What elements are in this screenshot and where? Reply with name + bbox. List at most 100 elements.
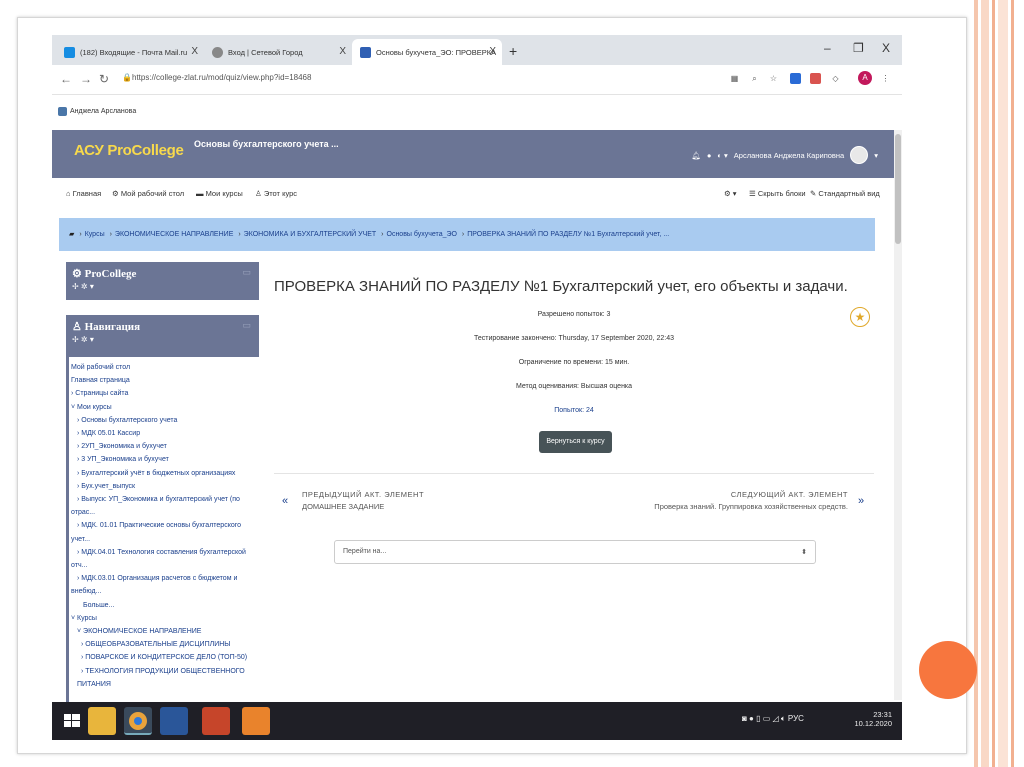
avatar[interactable] (850, 146, 869, 164)
standard-view-link[interactable]: ✎ Стандартный вид (810, 189, 880, 198)
maximize-button[interactable]: ❐ (853, 41, 864, 55)
zoom-icon[interactable]: ⌕ (749, 73, 760, 84)
tab-network-city[interactable]: Вход | Сетевой Город X (204, 39, 352, 65)
nav-tree-item[interactable]: ˅ Курсы (71, 612, 259, 625)
nav-my-courses[interactable]: ▬ Мои курсы (196, 189, 243, 198)
vk-icon (58, 107, 67, 116)
breadcrumb-item[interactable]: ЭКОНОМИКА И БУХГАЛТЕРСКИЙ УЧЕТ (244, 231, 377, 238)
extension-red-icon[interactable] (810, 73, 821, 84)
windows-taskbar: ◙ ● ▯ ▭ ◿ 🔈︎ РУС 23:31 10.12.2020 (52, 702, 902, 740)
nav-tree-item[interactable]: ПИТАНИЯ (71, 678, 259, 691)
tab-mail[interactable]: (182) Входящие - Почта Mail.ru X (56, 39, 204, 65)
reload-icon[interactable]: ↻ (99, 72, 109, 86)
forward-arrow-icon[interactable]: → (80, 72, 92, 86)
app-icon[interactable] (242, 707, 270, 735)
procollege-icon (360, 46, 371, 58)
file-explorer-icon[interactable] (88, 707, 116, 735)
folder-icon: ▰ (69, 231, 75, 238)
windows-start-icon[interactable] (58, 707, 86, 735)
bookmark-item[interactable]: Анджела Арсланова (58, 107, 136, 116)
attempts-allowed: Разрешено попыток: 3 (537, 311, 611, 318)
nav-tree-item[interactable]: Мой рабочий стол (71, 361, 259, 374)
close-tab-icon[interactable]: X (489, 46, 496, 57)
nav-tree-item[interactable]: › ОБЩЕОБРАЗОВАТЕЛЬНЫЕ ДИСЦИПЛИНЫ (71, 638, 259, 651)
profile-avatar-icon[interactable]: A (858, 71, 872, 85)
breadcrumb-item[interactable]: ЭКОНОМИЧЕСКОЕ НАПРАВЛЕНИЕ (115, 231, 233, 238)
block-minimize-icon[interactable]: ▭ (242, 320, 251, 331)
bookmark-star-icon[interactable]: ☆ (768, 73, 779, 84)
block-title: ♙ Навигация (72, 321, 141, 333)
user-menu[interactable]: 🔔︎ ● ◐ ▾ Арсланова Анджела Кариповна ▾ (691, 146, 878, 164)
help-icon[interactable]: ◐ ▾ (717, 151, 727, 160)
site-navbar: ⌂ Главная ⚙ Мой рабочий стол ▬ Мои курсы… (52, 183, 894, 205)
chat-icon[interactable]: ● (707, 151, 712, 160)
block-controls[interactable]: ✢ ✲ ▾ (72, 282, 94, 291)
powerpoint-icon[interactable] (202, 707, 230, 735)
nav-tree-item[interactable]: отрас... (71, 506, 259, 519)
nav-tree-item[interactable]: › МДК.03.01 Организация расчетов с бюдже… (71, 572, 259, 585)
nav-tree-item[interactable]: › МДК.04.01 Технология составления бухга… (71, 546, 259, 559)
hide-blocks-link[interactable]: ☰ Скрыть блоки (749, 189, 806, 198)
breadcrumb-item[interactable]: Основы бухучета_ЭО (387, 231, 457, 238)
nav-tree-item[interactable]: ˅ ЭКОНОМИЧЕСКОЕ НАПРАВЛЕНИЕ (71, 625, 259, 638)
nav-home[interactable]: ⌂ Главная (66, 189, 101, 198)
nav-tree-item[interactable]: › МДК 05.01 Кассир (71, 427, 259, 440)
nav-tree-item[interactable]: › ТЕХНОЛОГИЯ ПРОДУКЦИИ ОБЩЕСТВЕННОГО (71, 665, 259, 678)
next-arrow-icon[interactable]: » (858, 495, 864, 507)
brand-logo[interactable]: АСУ ProCollege (74, 142, 184, 159)
close-window-button[interactable]: X (882, 41, 890, 55)
page-scrollbar[interactable] (894, 130, 902, 700)
block-controls[interactable]: ✢ ✲ ▾ (72, 335, 94, 344)
nav-tree-item[interactable]: ˅ Мои курсы (71, 401, 259, 414)
nav-tree-item[interactable]: › Бухгалтерский учёт в бюджетных организ… (71, 467, 259, 480)
nav-this-course[interactable]: ♙ Этот курс (255, 189, 297, 198)
system-tray-icons[interactable]: ◙ ● ▯ ▭ ◿ 🔈︎ РУС (742, 714, 804, 724)
new-tab-button[interactable]: + (509, 43, 517, 59)
chevron-down-icon[interactable]: ▾ (874, 151, 878, 160)
nav-tree-item[interactable]: › Основы бухгалтерского учета (71, 414, 259, 427)
bell-icon[interactable]: 🔔︎ (691, 151, 701, 160)
nav-tree-item[interactable]: › МДК. 01.01 Практические основы бухгалт… (71, 519, 259, 532)
extension-icon[interactable] (790, 73, 801, 84)
back-to-course-button[interactable]: Вернуться к курсу (539, 431, 612, 453)
back-arrow-icon[interactable]: ← (60, 72, 72, 86)
extension-shield-icon[interactable]: ◇ (830, 73, 841, 84)
course-title[interactable]: Основы бухгалтерского учета ... (194, 139, 339, 149)
nav-dashboard[interactable]: ⚙ Мой рабочий стол (112, 189, 184, 198)
nav-tree-item[interactable]: Больше... (71, 599, 259, 612)
close-tab-icon[interactable]: X (191, 46, 198, 57)
nav-tree-item[interactable]: › 2УП_Экономика и бухучет (71, 440, 259, 453)
tab-quiz[interactable]: Основы бухучета_ЭО: ПРОВЕРКА X (352, 39, 502, 65)
qr-icon[interactable]: ▦ (729, 73, 740, 84)
block-minimize-icon[interactable]: ▭ (242, 267, 251, 278)
nav-tree-item[interactable]: внебюд... (71, 585, 259, 598)
user-name[interactable]: Арсланова Анджела Кариповна (734, 151, 844, 160)
nav-tree-item[interactable]: › ПОВАРСКОЕ И КОНДИТЕРСКОЕ ДЕЛО (ТОП-50) (71, 651, 259, 664)
gear-icon[interactable]: ⚙ ▾ (724, 189, 737, 198)
attempts-link[interactable]: Попыток: 24 (274, 407, 874, 414)
word-icon[interactable] (160, 707, 188, 735)
next-activity-link[interactable]: СЛЕДУЮЩИЙ АКТ. ЭЛЕМЕНТ Проверка знаний. … (654, 490, 848, 511)
chrome-icon[interactable] (124, 707, 152, 735)
breadcrumb-item[interactable]: Курсы (85, 231, 105, 238)
nav-tree-item[interactable]: отч... (71, 559, 259, 572)
nav-tree-item[interactable]: › Страницы сайта (71, 387, 259, 400)
select-caret-icon: ⬍ (801, 549, 807, 556)
url-field[interactable]: https://college-zlat.ru/mod/quiz/view.ph… (132, 73, 311, 82)
clock[interactable]: 23:31 10.12.2020 (854, 710, 892, 728)
previous-activity-link[interactable]: ПРЕДЫДУЩИЙ АКТ. ЭЛЕМЕНТ ДОМАШНЕЕ ЗАДАНИЕ (302, 490, 424, 511)
previous-arrow-icon[interactable]: « (282, 495, 288, 507)
nav-tree-item[interactable]: › Бух.учет_выпуск (71, 480, 259, 493)
jump-to-select[interactable]: Перейти на... ⬍ (334, 540, 816, 564)
nav-tree-item[interactable]: › Выпуск: УП_Экономика и бухгалтерский у… (71, 493, 259, 506)
nav-tree-item[interactable]: учет... (71, 533, 259, 546)
breadcrumb-item-current: ПРОВЕРКА ЗНАНИЙ ПО РАЗДЕЛУ №1 Бухгалтерс… (467, 231, 670, 238)
page-title: ПРОВЕРКА ЗНАНИЙ ПО РАЗДЕЛУ №1 Бухгалтерс… (274, 278, 848, 295)
menu-dots-icon[interactable]: ⋮ (880, 73, 891, 84)
close-tab-icon[interactable]: X (339, 46, 346, 57)
nav-tree-item[interactable]: › 3 УП_Экономика и бухучет (71, 453, 259, 466)
nav-tree-item[interactable]: Главная страница (71, 374, 259, 387)
divider (274, 473, 874, 474)
navigation-block: ♙ Навигация ✢ ✲ ▾ ▭ (66, 315, 259, 357)
minimize-button[interactable]: – (824, 41, 831, 55)
